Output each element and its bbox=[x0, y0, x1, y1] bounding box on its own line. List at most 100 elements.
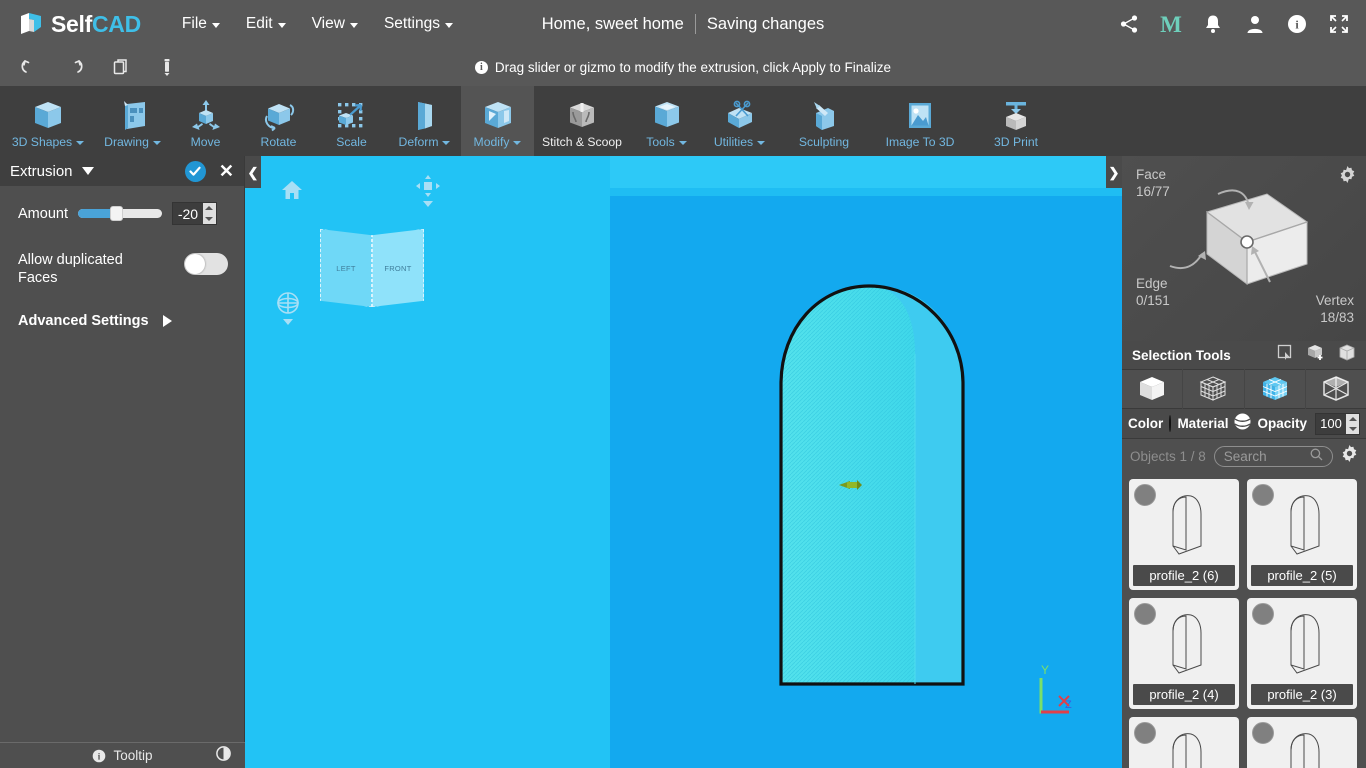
collapse-left-panel-button[interactable]: ❮ bbox=[245, 156, 261, 188]
opacity-spinner[interactable] bbox=[1346, 413, 1359, 434]
ribbon-drawing[interactable]: Drawing bbox=[96, 86, 169, 156]
notifications-bell-icon[interactable] bbox=[1202, 13, 1224, 35]
object-name-label: profile_2 (6) bbox=[1133, 565, 1235, 586]
allow-duplicated-faces-toggle[interactable] bbox=[184, 253, 228, 275]
ribbon-sculpting[interactable]: Sculpting bbox=[776, 86, 872, 156]
spinner-down-icon[interactable] bbox=[205, 216, 214, 221]
ribbon-deform[interactable]: Deform bbox=[388, 86, 461, 156]
view-cube[interactable]: LEFT FRONT bbox=[320, 224, 424, 314]
list-item[interactable] bbox=[1129, 717, 1239, 768]
orbit-gizmo-icon[interactable] bbox=[275, 291, 301, 332]
close-icon[interactable]: ✕ bbox=[219, 162, 234, 180]
apply-button[interactable] bbox=[184, 160, 206, 182]
ribbon-move[interactable]: Move bbox=[169, 86, 242, 156]
3d-viewport[interactable]: LEFT FRONT Y Z bbox=[245, 156, 1122, 768]
opacity-stepper[interactable] bbox=[1315, 412, 1360, 435]
ribbon-scale[interactable]: Scale bbox=[315, 86, 388, 156]
object-thumbnail bbox=[1247, 602, 1357, 686]
app-logo[interactable]: SelfCAD bbox=[18, 11, 141, 38]
menu-view[interactable]: View bbox=[299, 9, 371, 39]
menu-edit-label: Edit bbox=[245, 15, 273, 32]
color-swatch[interactable] bbox=[1169, 415, 1172, 432]
deform-cube-icon bbox=[407, 97, 443, 133]
user-account-icon[interactable] bbox=[1244, 13, 1266, 35]
share-icon[interactable] bbox=[1118, 13, 1140, 35]
gear-icon[interactable] bbox=[1339, 166, 1356, 188]
edge-mode-icon[interactable] bbox=[1306, 369, 1366, 409]
objects-settings-gear-icon[interactable] bbox=[1341, 445, 1358, 467]
ribbon-stitch-scoop[interactable]: Stitch & Scoop bbox=[534, 86, 630, 156]
selection-box-icon[interactable] bbox=[1338, 344, 1356, 366]
view-cube-front-label: FRONT bbox=[384, 263, 412, 273]
fullscreen-icon[interactable] bbox=[1328, 13, 1350, 35]
opacity-input[interactable] bbox=[1316, 413, 1346, 434]
edge-selection-count: 0/151 bbox=[1136, 293, 1170, 308]
menu-settings[interactable]: Settings bbox=[371, 9, 466, 39]
color-material-opacity-row: Color Material Opacity bbox=[1122, 409, 1366, 439]
chevron-down-icon[interactable] bbox=[81, 167, 94, 175]
amount-stepper[interactable] bbox=[171, 202, 217, 225]
list-item[interactable] bbox=[1247, 717, 1357, 768]
selection-tools-label: Selection Tools bbox=[1132, 347, 1231, 363]
menu-file[interactable]: File bbox=[169, 9, 233, 39]
ribbon-rotate-label-wrap: Rotate bbox=[261, 135, 297, 149]
sketch-pencil-icon bbox=[115, 97, 151, 133]
tooltip-toggle-icon[interactable] bbox=[216, 745, 231, 766]
objects-search-input[interactable]: Search bbox=[1213, 445, 1333, 467]
view-gizmo-icon[interactable] bbox=[415, 174, 441, 213]
add-to-selection-icon[interactable] bbox=[1307, 344, 1325, 366]
color-label: Color bbox=[1128, 416, 1164, 431]
selection-summary: Face 16/77 Edge 0/151 Vertex 18/83 bbox=[1122, 156, 1366, 341]
ribbon-image-to-3d[interactable]: Image To 3D bbox=[872, 86, 968, 156]
chevron-down-icon bbox=[277, 23, 286, 28]
amount-spinner[interactable] bbox=[202, 203, 216, 224]
spinner-up-icon[interactable] bbox=[205, 206, 214, 211]
collapse-right-panel-button[interactable]: ❯ bbox=[1106, 156, 1122, 188]
object-mode-icon[interactable] bbox=[1122, 369, 1184, 409]
object-thumbnail bbox=[1129, 721, 1239, 768]
ribbon-stitch-scoop-label-wrap: Stitch & Scoop bbox=[542, 135, 622, 149]
ribbon-tools[interactable]: Tools bbox=[630, 86, 703, 156]
ribbon-utilities[interactable]: Utilities bbox=[703, 86, 776, 156]
ribbon-3d-print[interactable]: 3D Print bbox=[968, 86, 1064, 156]
document-title[interactable]: Home, sweet home bbox=[542, 15, 684, 34]
home-icon[interactable] bbox=[281, 180, 303, 205]
rectangle-select-icon[interactable] bbox=[1277, 344, 1294, 366]
face-mode-icon[interactable] bbox=[1245, 369, 1306, 409]
chevron-down-icon bbox=[349, 23, 358, 28]
view-cube-face-front[interactable]: FRONT bbox=[372, 229, 424, 307]
list-item[interactable]: profile_2 (4) bbox=[1129, 598, 1239, 709]
amount-slider-handle[interactable] bbox=[109, 206, 123, 221]
list-item[interactable]: profile_2 (5) bbox=[1247, 479, 1357, 590]
modify-cube-icon bbox=[480, 97, 516, 133]
spinner-up-icon[interactable] bbox=[1348, 416, 1357, 421]
extrusion-gizmo-arrow[interactable] bbox=[837, 476, 863, 499]
spinner-down-icon[interactable] bbox=[1348, 426, 1357, 431]
m-badge-icon[interactable]: M bbox=[1160, 13, 1182, 36]
advanced-settings-row[interactable]: Advanced Settings bbox=[18, 313, 228, 329]
menu-edit[interactable]: Edit bbox=[233, 9, 299, 39]
view-cube-face-left[interactable]: LEFT bbox=[320, 229, 372, 307]
amount-slider[interactable] bbox=[77, 206, 162, 221]
logo-text-self: Self bbox=[51, 10, 92, 37]
view-cube-left-label: LEFT bbox=[336, 263, 356, 273]
ribbon-rotate[interactable]: Rotate bbox=[242, 86, 315, 156]
list-item[interactable]: profile_2 (6) bbox=[1129, 479, 1239, 590]
search-icon bbox=[1310, 448, 1323, 464]
amount-input[interactable] bbox=[172, 203, 203, 224]
edge-selection-info: Edge 0/151 bbox=[1136, 275, 1170, 309]
ribbon-move-label: Move bbox=[190, 135, 221, 149]
objects-header: Objects 1 / 8 Search bbox=[1122, 439, 1366, 473]
info-icon[interactable]: i bbox=[1286, 13, 1308, 35]
selection-tools-icon-group bbox=[1277, 344, 1356, 366]
ribbon-3d-shapes[interactable]: 3D Shapes bbox=[0, 86, 96, 156]
ribbon-deform-label-wrap: Deform bbox=[399, 135, 451, 149]
top-menu-bar: SelfCAD File Edit View Settings Home, sw… bbox=[0, 0, 1366, 48]
list-item[interactable]: profile_2 (3) bbox=[1247, 598, 1357, 709]
vertex-mode-icon[interactable] bbox=[1183, 369, 1245, 409]
extruded-profile-model[interactable] bbox=[775, 266, 1025, 711]
tooltip-footer: i Tooltip bbox=[0, 742, 245, 768]
ribbon-modify[interactable]: Modify bbox=[461, 86, 534, 156]
objects-count-label: Objects 1 / 8 bbox=[1130, 448, 1206, 464]
material-sphere-icon[interactable] bbox=[1234, 413, 1251, 435]
